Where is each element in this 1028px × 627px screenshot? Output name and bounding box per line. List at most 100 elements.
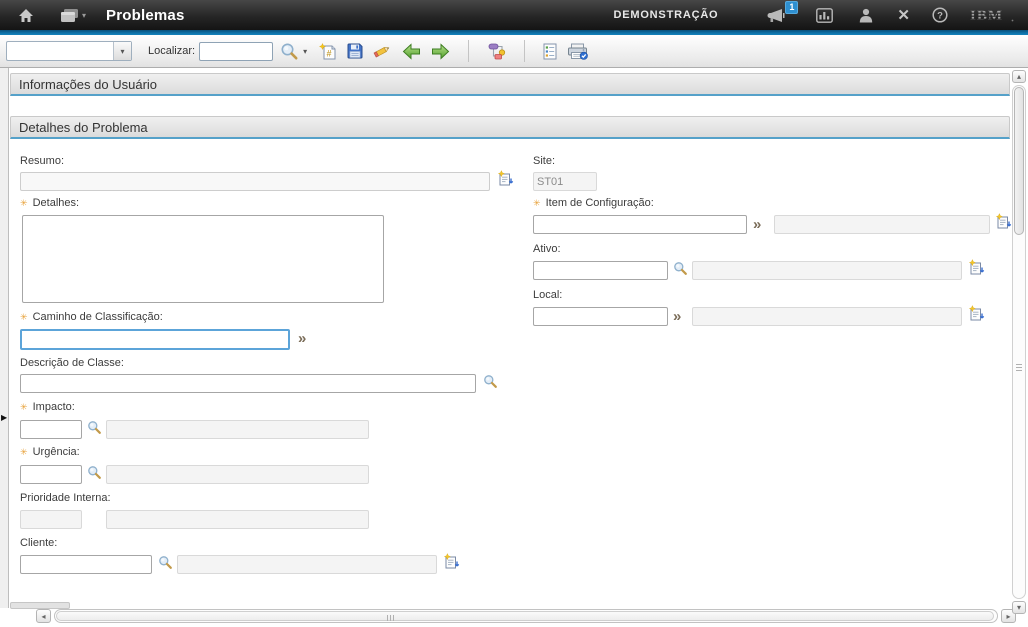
chevron-down-icon: ▾: [120, 47, 124, 56]
page-title: Problemas: [106, 7, 185, 24]
select-value-chevron-icon[interactable]: »: [673, 309, 681, 325]
collapsed-sidebar-strip: ▶: [0, 68, 9, 608]
lookup-magnifier-icon[interactable]: [483, 374, 498, 394]
workflow-button[interactable]: [487, 43, 506, 60]
search-icon[interactable]: [280, 42, 299, 61]
site-field: [533, 172, 597, 191]
detalhes-textarea[interactable]: [22, 215, 384, 303]
ativo-label: Ativo:: [533, 243, 561, 255]
cliente-description-field: [177, 555, 437, 574]
megaphone-icon: [766, 8, 786, 23]
goto-apps-icon: [60, 8, 79, 23]
announcements-button[interactable]: 1: [766, 8, 786, 23]
profile-icon[interactable]: [859, 8, 873, 23]
long-description-icon[interactable]: [497, 170, 514, 192]
impacto-description-field: [106, 420, 369, 439]
local-label: Local:: [533, 289, 562, 301]
scroll-left-button[interactable]: ◂: [36, 609, 51, 623]
required-icon: ✳: [533, 198, 541, 208]
required-icon: ✳: [20, 402, 28, 412]
long-description-icon[interactable]: [443, 553, 460, 575]
toolbar-separator: [524, 40, 525, 62]
help-icon[interactable]: ?: [932, 7, 948, 23]
goto-menu-button[interactable]: ▾: [60, 8, 86, 23]
lookup-magnifier-icon[interactable]: [87, 420, 102, 440]
item-configuracao-label: ✳ Item de Configuração:: [533, 197, 654, 209]
svg-text:IBM: IBM: [970, 8, 1003, 23]
saved-query-dropdown-button[interactable]: ▾: [113, 42, 131, 60]
detalhes-label: ✳ Detalhes:: [20, 197, 79, 209]
descricao-classe-label: Descrição de Classe:: [20, 357, 124, 369]
long-description-icon[interactable]: [995, 213, 1012, 235]
long-description-icon[interactable]: [968, 305, 985, 327]
prioridade-interna-field: [20, 510, 82, 529]
toolbar-separator: [468, 40, 469, 62]
find-label: Localizar:: [148, 45, 195, 57]
horizontal-scrollbar[interactable]: [54, 609, 998, 623]
titlebar: ▾ Problemas DEMONSTRAÇÃO 1 ✕ ? IBM: [0, 0, 1028, 30]
next-record-button[interactable]: [431, 43, 450, 60]
lookup-magnifier-icon[interactable]: [673, 261, 688, 281]
svg-text:?: ?: [937, 11, 943, 22]
item-configuracao-description-field: [774, 215, 990, 234]
section-title: Detalhes do Problema: [19, 120, 148, 135]
corner-spacer: [10, 602, 70, 609]
select-value-chevron-icon[interactable]: »: [753, 217, 761, 233]
vertical-scrollbar[interactable]: [1012, 85, 1026, 599]
required-icon: ✳: [20, 447, 28, 457]
required-icon: ✳: [20, 312, 28, 322]
item-configuracao-input[interactable]: [533, 215, 747, 234]
clear-changes-button[interactable]: [373, 43, 392, 59]
impacto-label: ✳ Impacto:: [20, 401, 75, 413]
reports-button[interactable]: [543, 43, 557, 60]
required-icon: ✳: [20, 198, 28, 208]
scrollbar-grip: [387, 615, 394, 621]
print-button[interactable]: [567, 43, 588, 60]
saved-query-select[interactable]: ▾: [6, 41, 132, 61]
toolbar: ▾ Localizar: ▾ #: [0, 35, 1028, 68]
reports-chart-icon[interactable]: [816, 8, 833, 23]
prioridade-interna-label: Prioridade Interna:: [20, 492, 111, 504]
urgencia-description-field: [106, 465, 369, 484]
home-icon[interactable]: [18, 8, 34, 23]
long-description-icon[interactable]: [968, 259, 985, 281]
scrollbar-grip: [1016, 364, 1022, 371]
ativo-input[interactable]: [533, 261, 668, 280]
vertical-scrollbar-thumb[interactable]: [1014, 87, 1024, 235]
resumo-input[interactable]: [20, 172, 490, 191]
site-label: Site:: [533, 155, 555, 167]
cliente-input[interactable]: [20, 555, 152, 574]
scroll-down-button[interactable]: ▾: [1012, 601, 1026, 614]
impacto-input[interactable]: [20, 420, 82, 439]
previous-record-button[interactable]: [402, 43, 421, 60]
find-input[interactable]: [199, 42, 273, 61]
ibm-logo: IBM: [968, 7, 1014, 23]
prioridade-description-field: [106, 510, 369, 529]
chevron-down-icon: ▾: [82, 11, 86, 20]
local-input[interactable]: [533, 307, 668, 326]
scroll-up-button[interactable]: ▴: [1012, 70, 1026, 83]
horizontal-scrollbar-thumb[interactable]: [56, 611, 994, 621]
notification-badge: 1: [785, 1, 798, 14]
section-header-user-info[interactable]: Informações do Usuário: [10, 73, 1010, 96]
logout-close-icon[interactable]: ✕: [897, 6, 910, 24]
resumo-label: Resumo:: [20, 155, 64, 167]
lookup-magnifier-icon[interactable]: [87, 465, 102, 485]
caminho-classificacao-input[interactable]: [20, 329, 290, 350]
application-window: ▾ Problemas DEMONSTRAÇÃO 1 ✕ ? IBM ▾ Loc…: [0, 0, 1028, 627]
save-button[interactable]: [347, 43, 363, 59]
urgencia-input[interactable]: [20, 465, 82, 484]
new-record-button[interactable]: #: [319, 43, 337, 60]
svg-text:#: #: [327, 48, 332, 58]
lookup-magnifier-icon[interactable]: [158, 555, 173, 575]
sidebar-expand-handle[interactable]: ▶: [1, 414, 7, 422]
environment-label: DEMONSTRAÇÃO: [613, 9, 718, 21]
search-options-caret-icon[interactable]: ▾: [303, 47, 307, 56]
caminho-classificacao-label: ✳ Caminho de Classificação:: [20, 311, 163, 323]
section-title: Informações do Usuário: [19, 77, 157, 92]
descricao-classe-input[interactable]: [20, 374, 476, 393]
classify-chevron-icon[interactable]: »: [298, 331, 306, 347]
local-description-field: [692, 307, 962, 326]
section-header-problem-details[interactable]: Detalhes do Problema: [10, 116, 1010, 139]
urgencia-label: ✳ Urgência:: [20, 446, 80, 458]
